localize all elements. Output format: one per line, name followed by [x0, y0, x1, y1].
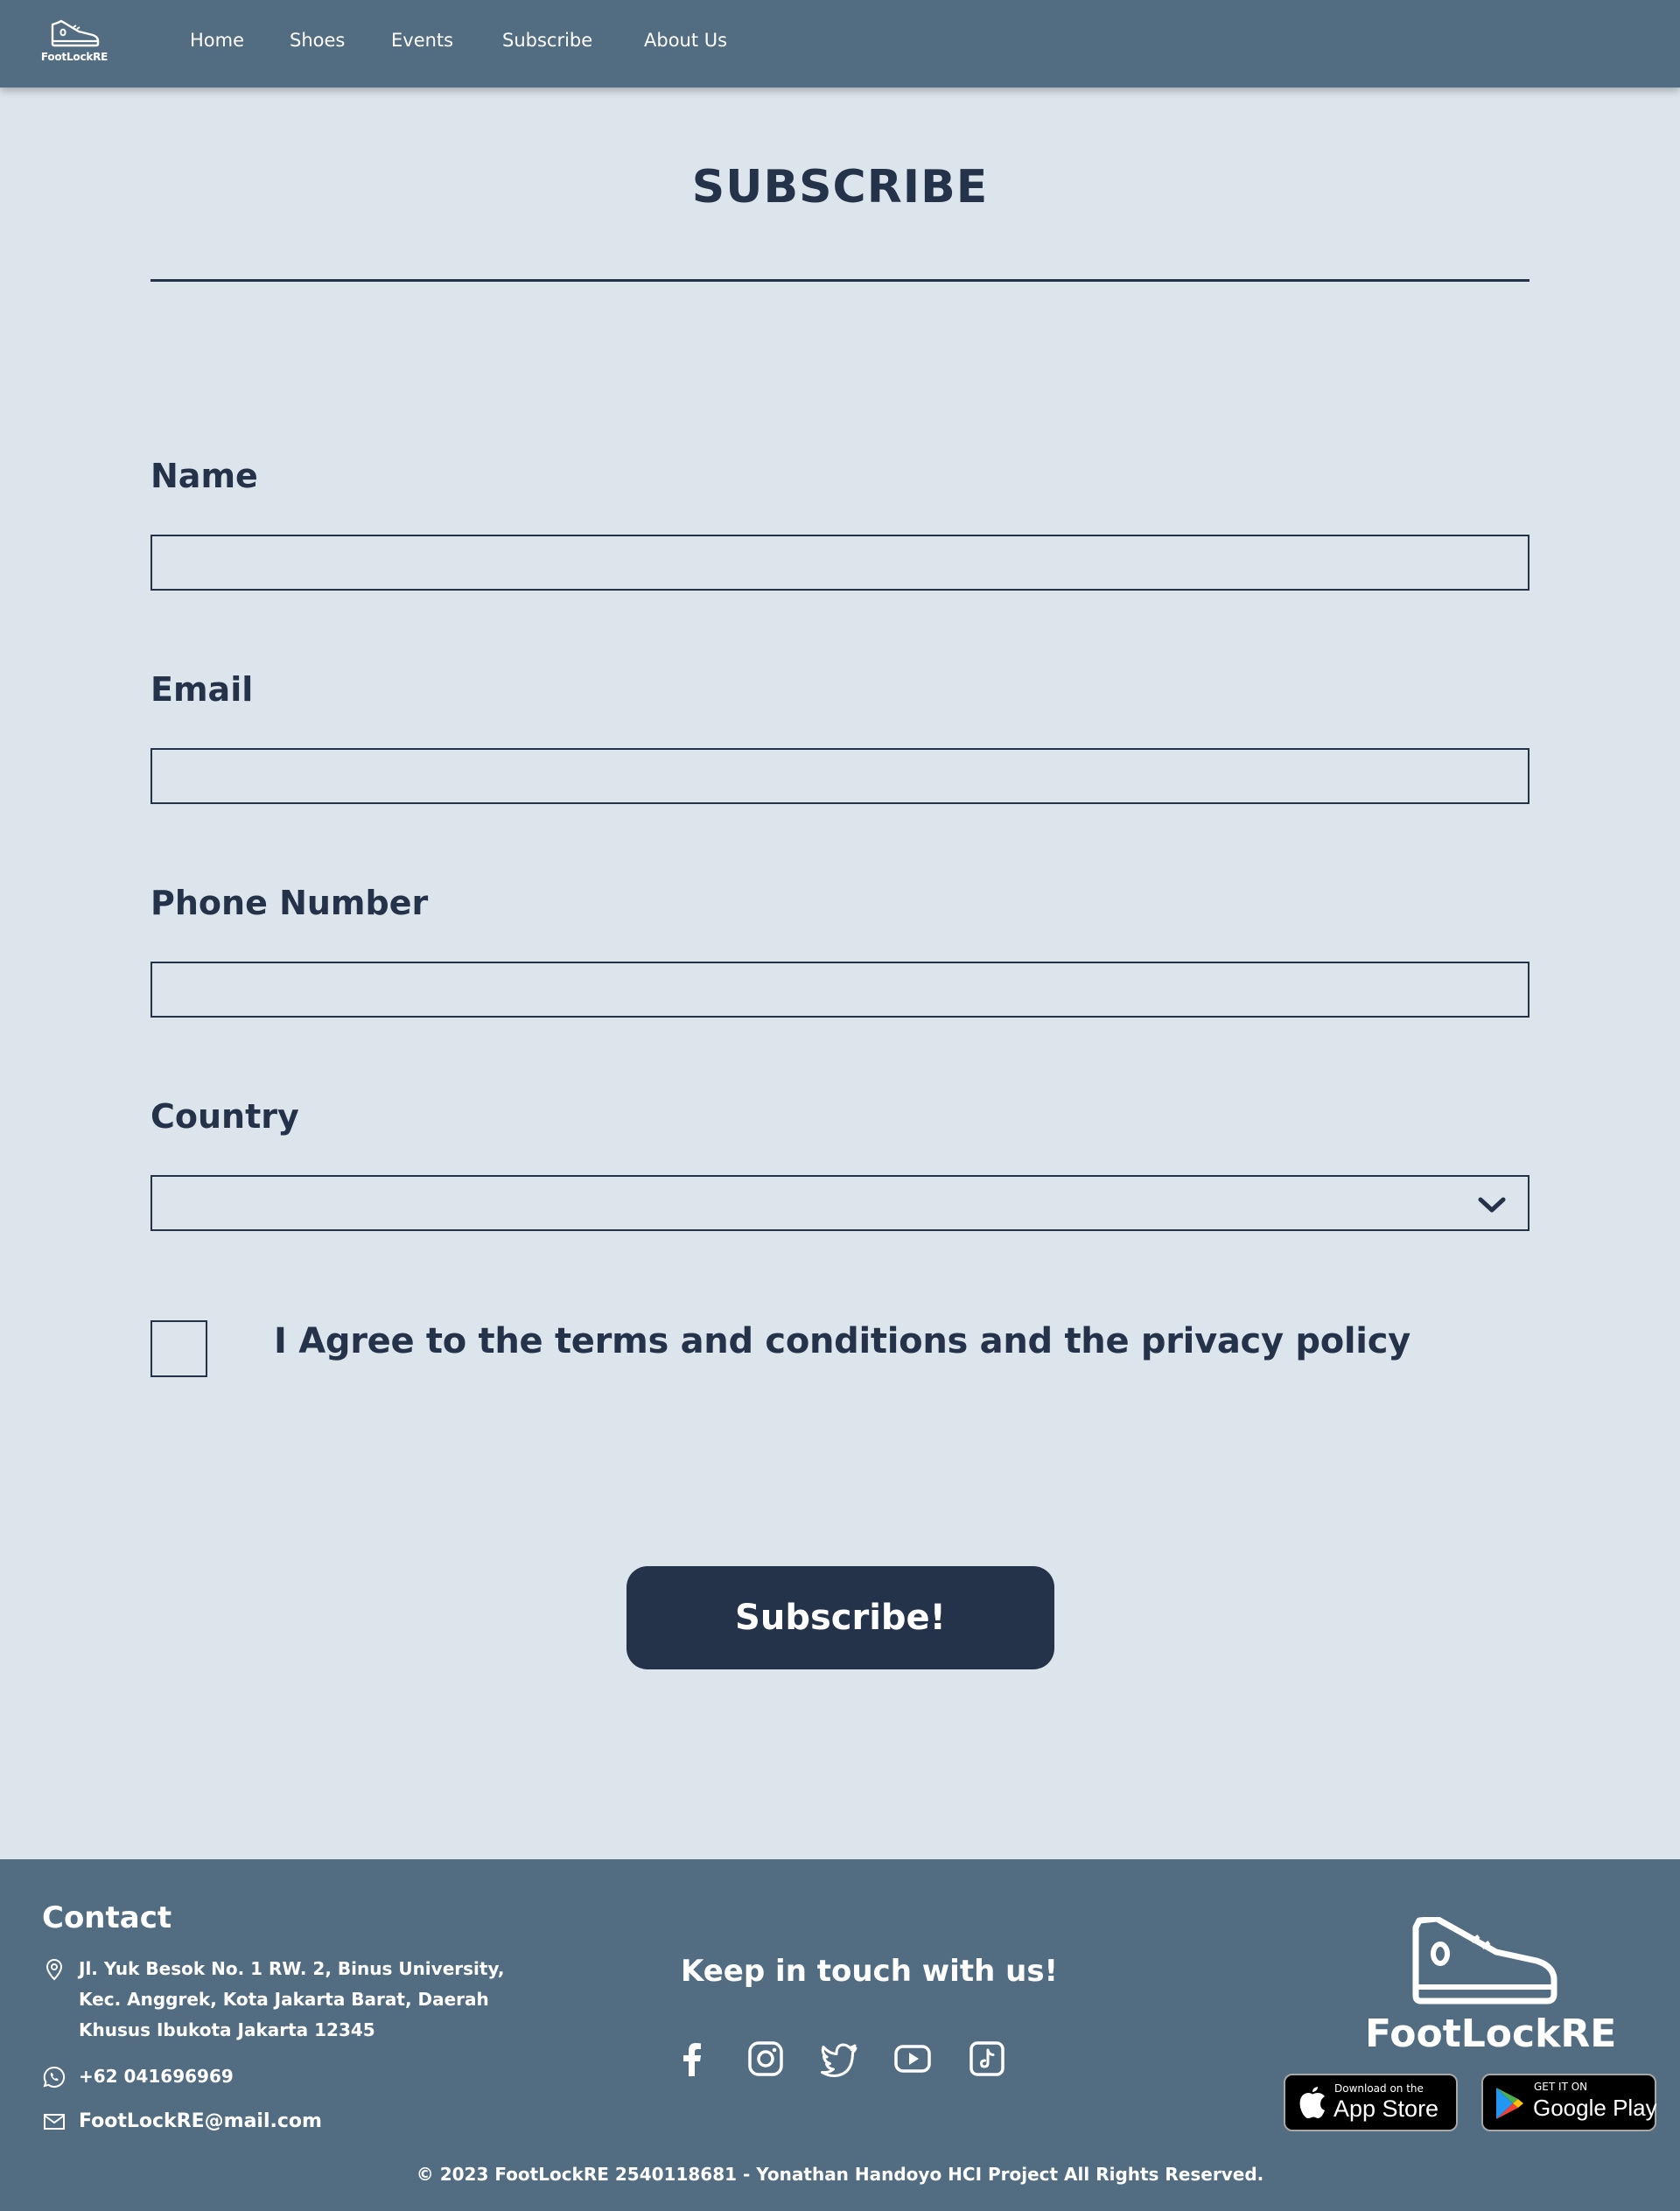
youtube-icon[interactable] — [893, 2040, 932, 2078]
agree-label: I Agree to the terms and conditions and … — [274, 1321, 1410, 1361]
contact-phone-text: +62 041696969 — [79, 2066, 234, 2087]
instagram-icon[interactable] — [746, 2040, 785, 2078]
nav-link-about-us[interactable]: About Us — [644, 30, 727, 51]
nav-link-shoes[interactable]: Shoes — [290, 30, 345, 51]
chevron-down-icon — [1478, 1197, 1506, 1213]
footer-logo: FootLockRE — [1365, 1917, 1617, 2057]
nav-logo[interactable]: FootLockRE — [38, 19, 110, 68]
name-input[interactable] — [150, 535, 1530, 591]
nav-logo-text: FootLockRE — [40, 51, 108, 63]
phone-input[interactable] — [150, 962, 1530, 1018]
title-divider — [150, 279, 1530, 282]
tiktok-icon[interactable] — [968, 2040, 1006, 2078]
shoe-logo-icon — [1412, 1917, 1558, 2005]
app-store-badge[interactable]: Download on the App Store — [1284, 2074, 1458, 2131]
contact-email-text: FootLockRE@mail.com — [79, 2110, 322, 2132]
whatsapp-icon — [43, 2066, 66, 2088]
nav-link-home[interactable]: Home — [190, 30, 244, 51]
footer-logo-text: FootLockRE — [1365, 2012, 1617, 2056]
phone-label: Phone Number — [150, 884, 429, 922]
apple-icon — [1299, 2087, 1325, 2118]
address-line-1: Jl. Yuk Besok No. 1 RW. 2, Binus Univers… — [79, 1958, 505, 1979]
nav-link-events[interactable]: Events — [391, 30, 453, 51]
copyright-text: © 2023 FootLockRE 2540118681 - Yonathan … — [416, 2164, 1264, 2185]
page-title: SUBSCRIBE — [691, 161, 989, 213]
email-input[interactable] — [150, 748, 1530, 804]
country-select[interactable] — [150, 1175, 1530, 1231]
keep-in-touch-text: Keep in touch with us! — [681, 1954, 1059, 1989]
footer: Contact Jl. Yuk Besok No. 1 RW. 2, Binus… — [0, 1859, 1680, 2211]
google-play-small-text: GET IT ON — [1534, 2081, 1588, 2093]
contact-heading: Contact — [42, 1900, 172, 1935]
google-play-big-text: Google Play — [1533, 2095, 1657, 2121]
name-label: Name — [150, 457, 258, 495]
shoe-logo-icon — [51, 19, 100, 47]
agree-checkbox[interactable] — [150, 1320, 207, 1377]
google-play-badge[interactable]: GET IT ON Google Play — [1481, 2074, 1657, 2131]
mail-icon — [44, 2114, 65, 2130]
navbar: FootLockRE Home Shoes Events Subscribe A… — [0, 0, 1680, 87]
facebook-icon[interactable] — [673, 2040, 711, 2078]
app-store-small-text: Download on the — [1334, 2082, 1424, 2095]
location-pin-icon — [46, 1958, 63, 1981]
address-line-2: Kec. Anggrek, Kota Jakarta Barat, Daerah — [79, 1989, 489, 2010]
email-label: Email — [150, 670, 254, 709]
twitter-icon[interactable] — [820, 2040, 858, 2078]
subscribe-button[interactable]: Subscribe! — [626, 1566, 1054, 1669]
address-line-3: Khusus Ibukota Jakarta 12345 — [79, 2019, 375, 2040]
country-label: Country — [150, 1097, 299, 1136]
google-play-icon — [1496, 2088, 1523, 2119]
app-store-big-text: App Store — [1334, 2096, 1439, 2122]
nav-link-subscribe[interactable]: Subscribe — [502, 30, 592, 51]
